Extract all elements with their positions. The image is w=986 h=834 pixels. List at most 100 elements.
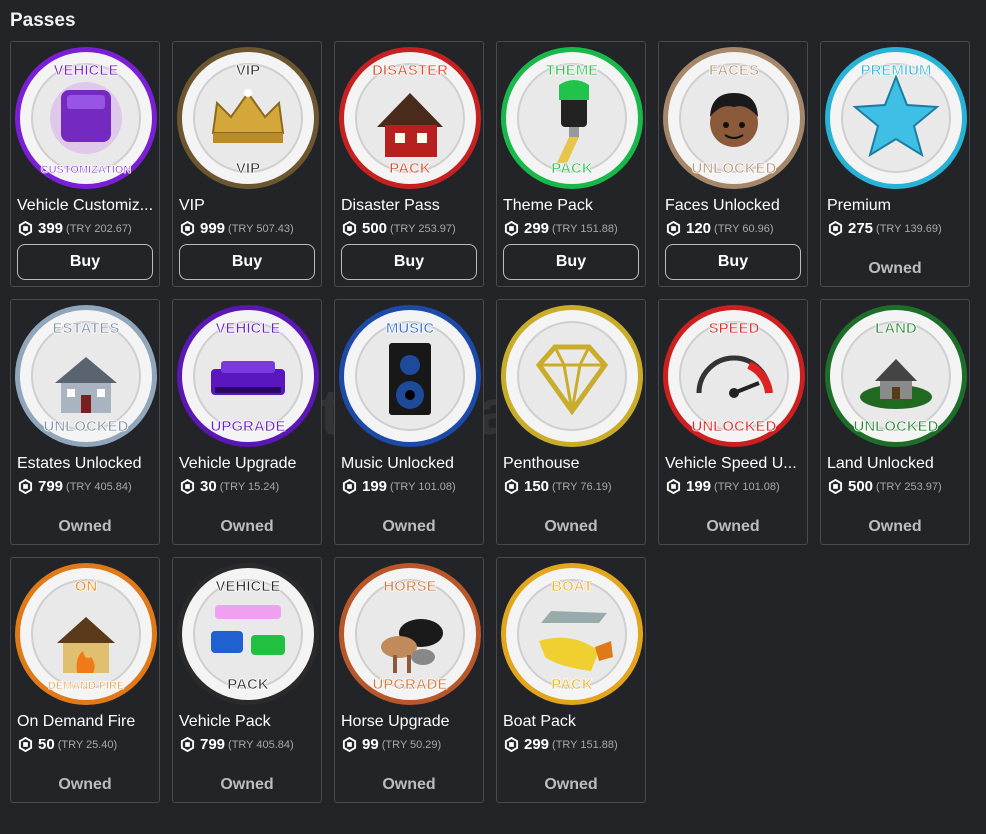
- pass-price: 299 (TRY 151.88): [504, 220, 618, 237]
- pass-card[interactable]: DISASTER PACK Disaster Pass 500 (TRY 253.…: [334, 41, 484, 287]
- pass-card[interactable]: HORSE UPGRADE Horse Upgrade 99 (TRY 50.29…: [334, 557, 484, 803]
- robux-icon: [18, 220, 33, 237]
- pass-name[interactable]: Estates Unlocked: [17, 455, 157, 473]
- pass-card[interactable]: LAND UNLOCKED Land Unlocked 500 (TRY 253.…: [820, 299, 970, 545]
- robux-amount: 500: [362, 220, 388, 237]
- svg-text:PACK: PACK: [389, 160, 431, 177]
- owned-label: Owned: [58, 776, 112, 793]
- robux-icon: [342, 736, 357, 753]
- pass-card[interactable]: VEHICLE PACK Vehicle Pack 799 (TRY 405.84…: [172, 557, 322, 803]
- vehicle-speed-badge-icon[interactable]: SPEED UNLOCKED: [661, 303, 807, 449]
- penthouse-diamond-badge-icon[interactable]: [499, 303, 645, 449]
- try-price: (TRY 15.24): [219, 480, 280, 493]
- try-price: (TRY 25.40): [57, 738, 118, 751]
- owned-label: Owned: [220, 518, 274, 535]
- pass-name[interactable]: Vehicle Pack: [179, 713, 319, 731]
- robux-amount: 199: [362, 478, 388, 495]
- premium-star-badge-icon[interactable]: PREMIUM: [823, 45, 969, 191]
- horse-upgrade-badge-icon[interactable]: HORSE UPGRADE: [337, 561, 483, 707]
- faces-unlocked-badge-icon[interactable]: FACES UNLOCKED: [661, 45, 807, 191]
- robux-icon: [342, 478, 357, 495]
- pass-card[interactable]: VEHICLE CUSTOMIZATION Vehicle Customiz...…: [10, 41, 160, 287]
- vehicle-customization-badge-icon[interactable]: VEHICLE CUSTOMIZATION: [13, 45, 159, 191]
- try-price: (TRY 202.67): [66, 222, 132, 235]
- land-unlocked-badge-icon[interactable]: LAND UNLOCKED: [823, 303, 969, 449]
- try-price: (TRY 253.97): [390, 222, 456, 235]
- owned-label: Owned: [382, 518, 436, 535]
- pass-card[interactable]: BOAT PACK Boat Pack 299 (TRY 151.88) Owne…: [496, 557, 646, 803]
- svg-text:VIP: VIP: [236, 160, 260, 177]
- pass-name[interactable]: Premium: [827, 197, 967, 215]
- pass-card[interactable]: THEME PACK Theme Pack 299 (TRY 151.88) Bu…: [496, 41, 646, 287]
- buy-button[interactable]: Buy: [503, 244, 639, 280]
- robux-amount: 150: [524, 478, 550, 495]
- disaster-pack-badge-icon[interactable]: DISASTER PACK: [337, 45, 483, 191]
- pass-name[interactable]: Theme Pack: [503, 197, 643, 215]
- pass-name[interactable]: Penthouse: [503, 455, 643, 473]
- svg-text:HORSE: HORSE: [383, 578, 436, 595]
- pass-name[interactable]: Faces Unlocked: [665, 197, 805, 215]
- svg-text:DISASTER: DISASTER: [372, 62, 448, 79]
- pass-card[interactable]: MUSIC Music Unlocked 199 (TRY 101.08) Ow…: [334, 299, 484, 545]
- vehicle-upgrade-badge-icon[interactable]: VEHICLE UPGRADE: [175, 303, 321, 449]
- pass-card[interactable]: ESTATES UNLOCKED Estates Unlocked 799 (TR…: [10, 299, 160, 545]
- boat-pack-badge-icon[interactable]: BOAT PACK: [499, 561, 645, 707]
- pass-name[interactable]: Vehicle Speed U...: [665, 455, 805, 473]
- robux-icon: [180, 220, 195, 237]
- pass-name[interactable]: Vehicle Customiz...: [17, 197, 157, 215]
- svg-text:BOAT: BOAT: [551, 578, 592, 595]
- pass-card[interactable]: VEHICLE UPGRADE Vehicle Upgrade 30 (TRY 1…: [172, 299, 322, 545]
- pass-price: 199 (TRY 101.08): [666, 478, 780, 495]
- svg-text:VEHICLE: VEHICLE: [53, 62, 118, 79]
- vip-crown-badge-icon[interactable]: VIP VIP: [175, 45, 321, 191]
- passes-grid: VEHICLE CUSTOMIZATION Vehicle Customiz...…: [10, 41, 970, 803]
- svg-text:UPGRADE: UPGRADE: [210, 418, 285, 435]
- try-price: (TRY 151.88): [552, 222, 618, 235]
- svg-text:UNLOCKED: UNLOCKED: [44, 418, 129, 435]
- buy-button[interactable]: Buy: [17, 244, 153, 280]
- robux-icon: [180, 736, 195, 753]
- estates-unlocked-badge-icon[interactable]: ESTATES UNLOCKED: [13, 303, 159, 449]
- robux-icon: [18, 736, 33, 753]
- robux-icon: [666, 220, 681, 237]
- svg-text:ESTATES: ESTATES: [53, 320, 120, 337]
- robux-icon: [180, 478, 195, 495]
- pass-name[interactable]: Disaster Pass: [341, 197, 481, 215]
- robux-amount: 799: [200, 736, 226, 753]
- pass-name[interactable]: Horse Upgrade: [341, 713, 481, 731]
- section-title: Passes: [10, 10, 76, 31]
- pass-card[interactable]: PREMIUM Premium 275 (TRY 139.69) Owned: [820, 41, 970, 287]
- pass-name[interactable]: On Demand Fire: [17, 713, 157, 731]
- pass-price: 99 (TRY 50.29): [342, 736, 441, 753]
- pass-card[interactable]: Penthouse 150 (TRY 76.19) Owned: [496, 299, 646, 545]
- svg-text:FACES: FACES: [709, 62, 759, 79]
- pass-name[interactable]: VIP: [179, 197, 319, 215]
- music-unlocked-badge-icon[interactable]: MUSIC: [337, 303, 483, 449]
- buy-button[interactable]: Buy: [179, 244, 315, 280]
- pass-price: 500 (TRY 253.97): [828, 478, 942, 495]
- svg-text:DEMAND FIRE: DEMAND FIRE: [48, 680, 124, 692]
- svg-text:UPGRADE: UPGRADE: [372, 676, 447, 693]
- pass-price: 30 (TRY 15.24): [180, 478, 279, 495]
- owned-label: Owned: [868, 260, 922, 277]
- pass-price: 120 (TRY 60.96): [666, 220, 774, 237]
- pass-card[interactable]: ON DEMAND FIRE On Demand Fire 50 (TRY 25.…: [10, 557, 160, 803]
- vehicle-pack-badge-icon[interactable]: VEHICLE PACK: [175, 561, 321, 707]
- buy-button[interactable]: Buy: [341, 244, 477, 280]
- pass-card[interactable]: VIP VIP VIP 999 (TRY 507.43) Buy: [172, 41, 322, 287]
- try-price: (TRY 405.84): [228, 738, 294, 751]
- theme-pack-badge-icon[interactable]: THEME PACK: [499, 45, 645, 191]
- pass-card[interactable]: FACES UNLOCKED Faces Unlocked 120 (TRY 60…: [658, 41, 808, 287]
- svg-text:UNLOCKED: UNLOCKED: [692, 160, 777, 177]
- pass-name[interactable]: Music Unlocked: [341, 455, 481, 473]
- on-demand-fire-badge-icon[interactable]: ON DEMAND FIRE: [13, 561, 159, 707]
- buy-button[interactable]: Buy: [665, 244, 801, 280]
- svg-text:UNLOCKED: UNLOCKED: [692, 418, 777, 435]
- pass-card[interactable]: SPEED UNLOCKED Vehicle Speed U... 199 (TR…: [658, 299, 808, 545]
- robux-amount: 299: [524, 220, 550, 237]
- pass-name[interactable]: Land Unlocked: [827, 455, 967, 473]
- pass-name[interactable]: Vehicle Upgrade: [179, 455, 319, 473]
- pass-price: 399 (TRY 202.67): [18, 220, 132, 237]
- pass-name[interactable]: Boat Pack: [503, 713, 643, 731]
- svg-text:PREMIUM: PREMIUM: [861, 62, 932, 79]
